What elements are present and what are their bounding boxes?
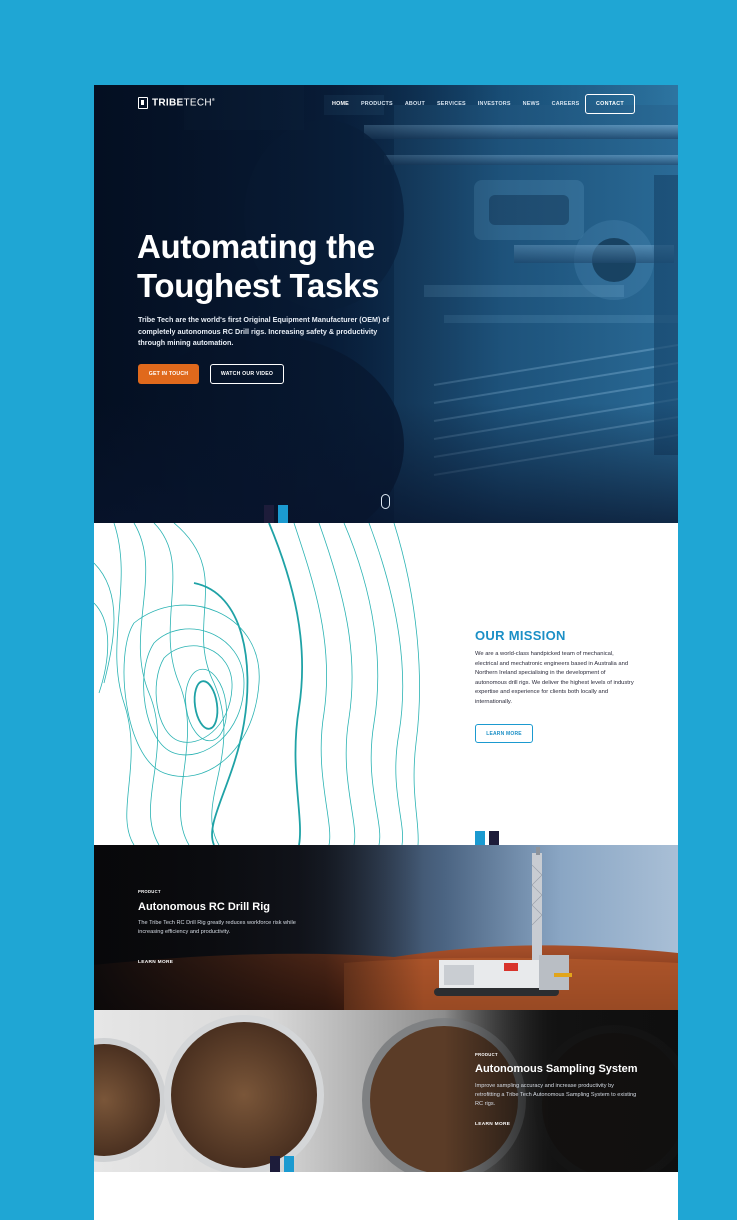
- nav-item-home[interactable]: HOME: [332, 101, 349, 107]
- nav-item-investors[interactable]: INVESTORS: [478, 101, 511, 107]
- hero-section: TRIBETECH® HOME PRODUCTS ABOUT SERVICES …: [94, 85, 678, 523]
- product-title: Autonomous RC Drill Rig: [138, 901, 270, 913]
- mission-title: OUR MISSION: [475, 628, 566, 643]
- watch-video-button[interactable]: WATCH OUR VIDEO: [210, 364, 284, 384]
- mission-body: We are a world-class handpicked team of …: [475, 651, 634, 705]
- page-footer-space: [94, 1172, 678, 1220]
- main-nav: HOME PRODUCTS ABOUT SERVICES INVESTORS N…: [332, 101, 591, 107]
- tribetech-logo[interactable]: TRIBETECH®: [138, 97, 215, 109]
- mission-learn-more-button[interactable]: LEARN MORE: [475, 724, 533, 743]
- product-eyebrow: PRODUCT: [138, 889, 161, 894]
- nav-item-services[interactable]: SERVICES: [437, 101, 466, 107]
- mission-section: OUR MISSION We are a world-class handpic…: [94, 523, 678, 845]
- contact-button[interactable]: CONTACT: [585, 94, 635, 114]
- nav-item-about[interactable]: ABOUT: [405, 101, 425, 107]
- hero-title: Automating the Toughest Tasks: [137, 227, 437, 305]
- website-page: TRIBETECH® HOME PRODUCTS ABOUT SERVICES …: [94, 85, 678, 1220]
- nav-item-news[interactable]: NEWS: [523, 101, 540, 107]
- hero-subtitle: Tribe Tech are the world's first Origina…: [138, 315, 390, 348]
- hero-title-line-2: Toughest Tasks: [137, 267, 380, 304]
- product-eyebrow: PRODUCT: [475, 1052, 498, 1057]
- nav-item-careers[interactable]: CAREERS: [552, 101, 580, 107]
- scroll-indicator-icon[interactable]: [381, 494, 390, 509]
- product-sampling-section: PRODUCT Autonomous Sampling System Impro…: [94, 1010, 678, 1172]
- product-title: Autonomous Sampling System: [475, 1063, 638, 1075]
- hero-title-line-1: Automating the: [137, 228, 375, 265]
- product-description: The Tribe Tech RC Drill Rig greatly redu…: [138, 920, 296, 935]
- sampling-learn-more-link[interactable]: LEARN MORE: [475, 1122, 510, 1127]
- nav-item-products[interactable]: PRODUCTS: [361, 101, 393, 107]
- product-drill-rig-section: PRODUCT Autonomous RC Drill Rig The Trib…: [94, 845, 678, 1010]
- drill-rig-learn-more-link[interactable]: LEARN MORE: [138, 960, 173, 965]
- logo-text-light: TECH: [183, 97, 212, 109]
- product-description: Improve sampling accuracy and increase p…: [475, 1083, 637, 1107]
- logo-text-bold: TRIBE: [152, 97, 184, 109]
- topographic-contour-graphic: [94, 523, 420, 845]
- get-in-touch-button[interactable]: GET IN TOUCH: [138, 364, 199, 384]
- logo-registered-mark: ®: [211, 97, 216, 103]
- logo-mark-icon: [138, 97, 148, 109]
